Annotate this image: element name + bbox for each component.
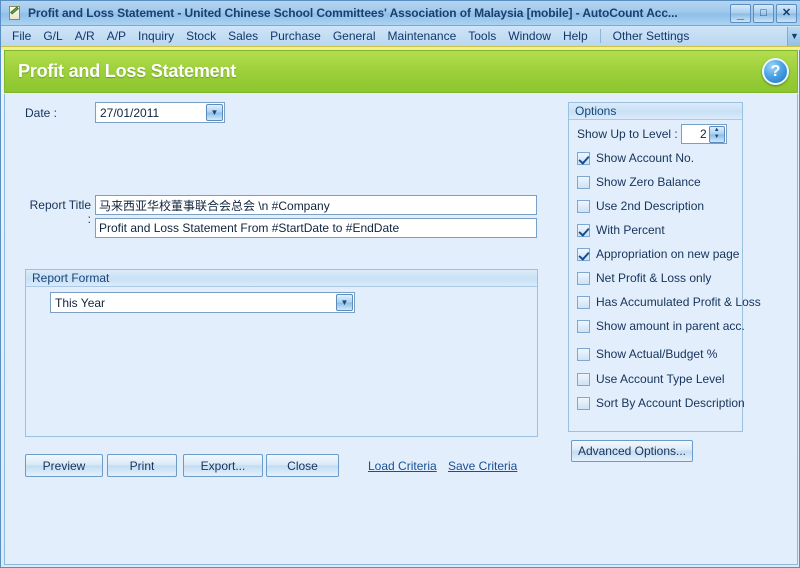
spinner-up-icon[interactable]: ▲ xyxy=(714,127,720,134)
checkbox-label: Sort By Account Description xyxy=(596,396,745,410)
close-button[interactable]: Close xyxy=(266,454,339,477)
menu-item-purchase[interactable]: Purchase xyxy=(264,27,327,45)
checkbox-icon[interactable] xyxy=(577,396,590,410)
load-criteria-link[interactable]: Load Criteria xyxy=(368,459,437,473)
menu-item-tools[interactable]: Tools xyxy=(462,27,502,45)
checkbox-label: Use 2nd Description xyxy=(596,199,705,213)
checkbox-show-zero-balance[interactable]: Show Zero Balance xyxy=(577,175,701,189)
minimize-button[interactable]: _ xyxy=(730,3,751,23)
options-caption: Options xyxy=(569,103,742,120)
close-window-button[interactable]: ✕ xyxy=(776,3,797,23)
preview-button[interactable]: Preview xyxy=(25,454,103,477)
date-label: Date : xyxy=(25,106,58,120)
checkbox-label: Show Account No. xyxy=(596,151,695,165)
menu-item-inquiry[interactable]: Inquiry xyxy=(132,27,180,45)
checkbox-label: Use Account Type Level xyxy=(596,372,725,386)
chevron-down-icon[interactable]: ▼ xyxy=(787,26,800,46)
checkbox-appropriation-on-new-page[interactable]: Appropriation on new page xyxy=(577,247,739,261)
maximize-icon: □ xyxy=(760,6,767,19)
checkbox-icon[interactable] xyxy=(577,223,590,237)
chevron-down-icon[interactable]: ▼ xyxy=(206,104,223,121)
menu-item-stock[interactable]: Stock xyxy=(180,27,222,45)
report-title-line2-input[interactable]: Profit and Loss Statement From #StartDat… xyxy=(95,218,537,238)
checkbox-sort-by-account-description[interactable]: Sort By Account Description xyxy=(577,396,745,410)
maximize-button[interactable]: □ xyxy=(753,3,774,23)
export-button[interactable]: Export... xyxy=(183,454,263,477)
checkbox-label: Show Zero Balance xyxy=(596,175,701,189)
checkbox-with-percent[interactable]: With Percent xyxy=(577,223,665,237)
help-icon[interactable]: ? xyxy=(762,58,789,85)
checkbox-icon[interactable] xyxy=(577,372,590,386)
checkbox-show-amount-in-parent-acc[interactable]: Show amount in parent acc. xyxy=(577,319,745,333)
menu-item-window[interactable]: Window xyxy=(502,27,557,45)
report-format-caption: Report Format xyxy=(26,270,537,287)
menu-item-general[interactable]: General xyxy=(327,27,382,45)
content-area: Date : 27/01/2011 ▼ Report Title : 马来西亚华… xyxy=(4,94,798,565)
report-title-line1-input[interactable]: 马来西亚华校董事联合会总会 \n #Company xyxy=(95,195,537,215)
checkbox-show-actual-budget-percent[interactable]: Show Actual/Budget % xyxy=(577,347,717,361)
checkbox-icon[interactable] xyxy=(577,247,590,261)
checkbox-label: Show Actual/Budget % xyxy=(596,347,718,361)
checkbox-icon[interactable] xyxy=(577,199,590,213)
report-format-combo[interactable]: This Year ▼ xyxy=(50,292,355,313)
menu-item-other-settings[interactable]: Other Settings xyxy=(607,27,696,45)
checkbox-use-2nd-description[interactable]: Use 2nd Description xyxy=(577,199,704,213)
checkbox-icon[interactable] xyxy=(577,175,590,189)
spinner-arrows-icon[interactable]: ▲ ▼ xyxy=(708,125,725,143)
checkbox-label: Net Profit & Loss only xyxy=(596,271,712,285)
checkbox-net-profit-loss-only[interactable]: Net Profit & Loss only xyxy=(577,271,711,285)
report-title-label: Report Title : xyxy=(29,198,91,226)
menu-separator xyxy=(599,29,601,43)
show-up-to-level-value: 2 xyxy=(700,127,707,141)
checkbox-icon[interactable] xyxy=(577,347,590,361)
minimize-icon: _ xyxy=(736,5,745,21)
chevron-down-icon[interactable]: ▼ xyxy=(336,294,353,311)
title-bar: Profit and Loss Statement - United Chine… xyxy=(1,1,800,26)
checkbox-label: Has Accumulated Profit & Loss xyxy=(596,295,761,309)
menu-item-help[interactable]: Help xyxy=(557,27,594,45)
advanced-options-button[interactable]: Advanced Options... xyxy=(571,440,693,462)
window-title: Profit and Loss Statement - United Chine… xyxy=(28,6,678,20)
checkbox-label: Show amount in parent acc. xyxy=(596,319,745,333)
show-up-to-level-stepper[interactable]: 2 ▲ ▼ xyxy=(680,124,727,144)
window-controls: _ □ ✕ xyxy=(730,3,797,23)
checkbox-use-account-type-level[interactable]: Use Account Type Level xyxy=(577,372,725,386)
application-window: Profit and Loss Statement - United Chine… xyxy=(0,0,800,568)
menu-bar: File G/L A/R A/P Inquiry Stock Sales Pur… xyxy=(1,26,800,47)
show-up-to-level-row: Show Up to Level : 2 ▲ ▼ xyxy=(577,124,727,144)
menu-item-maintenance[interactable]: Maintenance xyxy=(382,27,463,45)
spinner-down-icon[interactable]: ▼ xyxy=(714,134,720,141)
checkbox-icon[interactable] xyxy=(577,271,590,285)
menu-item-gl[interactable]: G/L xyxy=(37,27,68,45)
checkbox-icon[interactable] xyxy=(577,319,590,333)
save-criteria-link[interactable]: Save Criteria xyxy=(448,459,517,473)
print-button[interactable]: Print xyxy=(107,454,177,477)
menu-item-ar[interactable]: A/R xyxy=(69,27,101,45)
checkbox-show-account-no[interactable]: Show Account No. xyxy=(577,151,694,165)
menu-item-ap[interactable]: A/P xyxy=(101,27,132,45)
checkbox-label: Appropriation on new page xyxy=(596,247,740,261)
close-icon: ✕ xyxy=(781,6,792,19)
checkbox-has-accumulated-profit-loss[interactable]: Has Accumulated Profit & Loss xyxy=(577,295,761,309)
checkbox-icon[interactable] xyxy=(577,151,590,165)
menu-item-sales[interactable]: Sales xyxy=(222,27,264,45)
checkbox-label: With Percent xyxy=(596,223,665,237)
report-format-value: This Year xyxy=(55,295,106,310)
page-title: Profit and Loss Statement xyxy=(18,61,237,81)
show-up-to-level-label: Show Up to Level : xyxy=(577,127,678,141)
checkbox-icon[interactable] xyxy=(577,295,590,309)
document-pencil-icon xyxy=(7,5,23,21)
menu-item-file[interactable]: File xyxy=(6,27,37,45)
page-header: Profit and Loss Statement ? xyxy=(4,50,798,93)
date-value: 27/01/2011 xyxy=(100,105,160,120)
date-combo[interactable]: 27/01/2011 ▼ xyxy=(95,102,225,123)
